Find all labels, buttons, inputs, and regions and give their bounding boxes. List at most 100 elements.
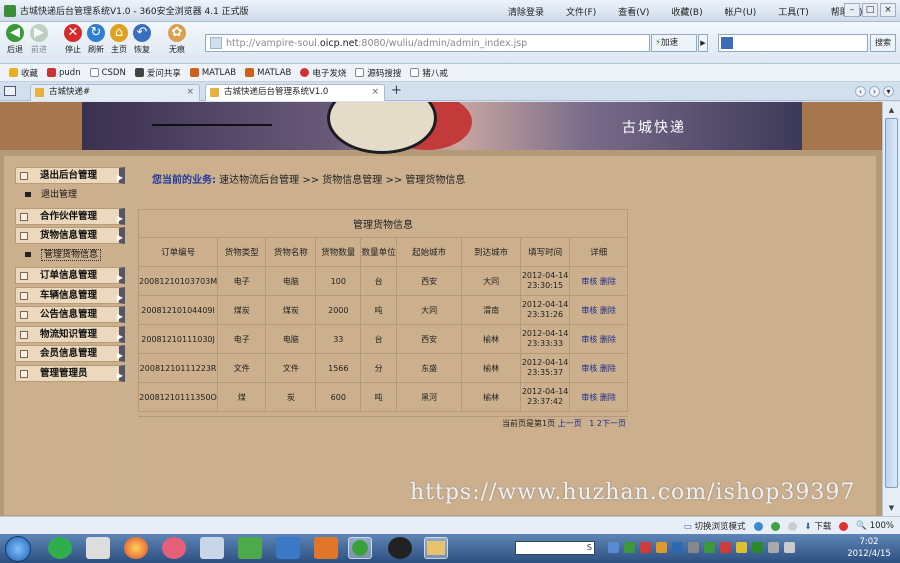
sidebar-subitem-manage-goods[interactable]: 管理货物信息 <box>25 248 102 262</box>
scroll-up-icon[interactable]: ▲ <box>884 103 899 117</box>
sidebar-item-partners[interactable]: 合作伙伴管理 ▶ <box>15 208 125 225</box>
status-toggle-icon[interactable] <box>770 521 780 531</box>
tab-gucheng-home[interactable]: 古城快递# × <box>30 84 200 101</box>
sidebar-item-goods[interactable]: 货物信息管理 ▶ <box>15 227 125 244</box>
review-link[interactable]: 审核 <box>581 277 597 286</box>
tab-gucheng-admin[interactable]: 古城快递后台管理系统V1.0 × <box>205 84 385 101</box>
tray-icon[interactable] <box>736 542 747 553</box>
delete-link[interactable]: 删除 <box>600 306 616 315</box>
zoom-control[interactable]: 🔍 100% <box>856 521 894 531</box>
review-link[interactable]: 审核 <box>581 393 597 402</box>
scrollbar-thumb[interactable] <box>885 118 898 488</box>
sidebar-item-admins[interactable]: 管理管理员 ▶ <box>15 365 125 382</box>
sidebar-subitem-logout-manage[interactable]: 退出管理 <box>25 188 77 202</box>
menu-item-tools[interactable]: 工具(T) <box>778 5 809 18</box>
app-qq-icon[interactable] <box>388 537 412 559</box>
new-tab-button[interactable]: + <box>391 84 402 98</box>
tray-icon[interactable] <box>688 542 699 553</box>
close-button[interactable]: × <box>880 3 896 17</box>
app-window-icon[interactable] <box>200 537 224 559</box>
sidebar-toggle-icon[interactable] <box>4 86 16 96</box>
refresh-button[interactable]: ↻ 刷新 <box>85 24 107 55</box>
address-bar[interactable]: http://vampire-soul.oicp.net:8080/wuliu/… <box>205 34 650 52</box>
tray-icon[interactable] <box>672 542 683 553</box>
app-flower-icon[interactable] <box>162 537 186 559</box>
tray-icon[interactable] <box>608 542 619 553</box>
tray-icon[interactable] <box>720 542 731 553</box>
review-link[interactable]: 审核 <box>581 335 597 344</box>
go-button[interactable]: ▶ <box>698 34 708 52</box>
fav-codesoso[interactable]: 源码搜搜 <box>355 67 401 79</box>
tray-icon[interactable] <box>752 542 763 553</box>
fav-csdn[interactable]: CSDN <box>89 68 126 78</box>
ie-icon[interactable] <box>753 521 763 531</box>
home-button[interactable]: ⌂ 主页 <box>108 24 130 55</box>
close-tab-icon[interactable]: × <box>186 85 194 100</box>
scroll-down-icon[interactable]: ▼ <box>884 501 899 515</box>
forward-button[interactable]: ▶ 前进 <box>28 24 50 55</box>
sidebar-item-orders[interactable]: 订单信息管理 ▶ <box>15 267 125 284</box>
network-icon[interactable] <box>768 542 779 553</box>
delete-link[interactable]: 删除 <box>600 335 616 344</box>
menu-item-account[interactable]: 帐户(U) <box>725 5 757 18</box>
status-toggle-icon[interactable] <box>787 521 797 531</box>
tray-icon[interactable] <box>624 542 635 553</box>
sidebar-item-logout[interactable]: 退出后台管理 ▶ <box>15 167 125 184</box>
maximize-button[interactable]: □ <box>862 3 878 17</box>
restore-button[interactable]: ↶ 恢复 <box>131 24 153 55</box>
prev-page-link[interactable]: 上一页 <box>558 419 582 428</box>
fav-pudn[interactable]: pudn <box>47 68 81 78</box>
app-chrome-icon[interactable] <box>124 537 148 559</box>
tab-scroll-left-icon[interactable]: ‹ <box>855 86 866 97</box>
fav-zbj[interactable]: 猪八戒 <box>410 67 448 79</box>
security-icon[interactable] <box>839 521 849 531</box>
start-button[interactable] <box>5 536 31 562</box>
app-explorer-icon[interactable] <box>424 537 448 559</box>
sidebar-item-knowledge[interactable]: 物流知识管理 ▶ <box>15 326 125 343</box>
app-green-icon[interactable] <box>238 537 262 559</box>
app-matlab-icon[interactable] <box>314 537 338 559</box>
minimize-button[interactable]: – <box>844 3 860 17</box>
volume-icon[interactable] <box>784 542 795 553</box>
tray-icon[interactable] <box>704 542 715 553</box>
taskbar-clock[interactable]: 7:02 2012/4/15 <box>840 536 898 560</box>
fav-matlab-2[interactable]: MATLAB <box>245 68 291 78</box>
fav-matlab-1[interactable]: MATLAB <box>189 68 236 78</box>
menu-item-view[interactable]: 查看(V) <box>618 5 649 18</box>
review-link[interactable]: 审核 <box>581 306 597 315</box>
sidebar-item-notices[interactable]: 公告信息管理 ▶ <box>15 306 125 323</box>
app-tool-icon[interactable] <box>86 537 110 559</box>
favorites-menu[interactable]: 收藏 <box>9 67 38 79</box>
tray-icon[interactable] <box>640 542 651 553</box>
menu-item-favorites[interactable]: 收藏(B) <box>671 5 702 18</box>
menu-item-clear-login[interactable]: 清除登录 <box>508 5 544 18</box>
stop-button[interactable]: ✕ 停止 <box>62 24 84 55</box>
fav-elecfans[interactable]: 电子发烧 <box>300 67 346 79</box>
search-button[interactable]: 搜索 <box>870 34 896 52</box>
search-input[interactable] <box>718 34 868 52</box>
vertical-scrollbar[interactable]: ▲ ▼ <box>882 102 900 516</box>
download-button[interactable]: ⬇ 下载 <box>805 520 832 532</box>
next-page-link[interactable]: 下一页 <box>602 419 626 428</box>
menu-item-file[interactable]: 文件(F) <box>566 5 596 18</box>
sidebar-item-members[interactable]: 会员信息管理 ▶ <box>15 345 125 362</box>
close-tab-icon[interactable]: × <box>371 85 379 100</box>
sidebar-item-vehicles[interactable]: 车辆信息管理 ▶ <box>15 287 125 304</box>
switch-mode-button[interactable]: ▭ 切换浏览模式 <box>684 520 746 532</box>
tab-list-icon[interactable]: ▾ <box>883 86 894 97</box>
delete-link[interactable]: 删除 <box>600 393 616 402</box>
back-button[interactable]: ◀ 后退 <box>4 24 26 55</box>
incognito-button[interactable]: ✿ 无痕 <box>166 24 188 55</box>
tab-scroll-right-icon[interactable]: › <box>869 86 880 97</box>
taskbar-input[interactable]: S <box>515 541 595 555</box>
app-bird-icon[interactable] <box>276 537 300 559</box>
tray-icon[interactable] <box>656 542 667 553</box>
speed-up-button[interactable]: ⚡加速 <box>651 34 697 52</box>
delete-link[interactable]: 删除 <box>600 277 616 286</box>
app-360browser-icon[interactable] <box>348 537 372 559</box>
page-1-link[interactable]: 1 <box>589 419 594 428</box>
review-link[interactable]: 审核 <box>581 364 597 373</box>
delete-link[interactable]: 删除 <box>600 364 616 373</box>
app-360-icon[interactable] <box>48 537 72 559</box>
fav-iask[interactable]: 爱问共享 <box>134 67 181 79</box>
